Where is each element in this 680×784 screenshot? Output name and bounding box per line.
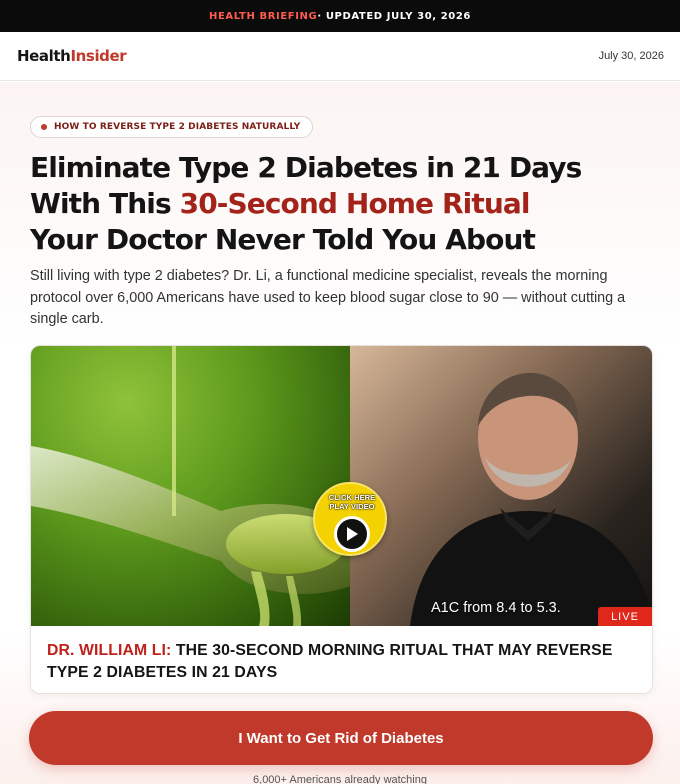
pill-label: HOW TO REVERSE TYPE 2 DIABETES NATURALLY (54, 122, 301, 132)
play-video-badge[interactable]: CLICK HERE PLAY VIDEO (313, 482, 387, 556)
pill-dot-icon (41, 124, 47, 130)
top-announcement-bar: HEALTH BRIEFING · UPDATED JULY 30, 2026 (0, 0, 680, 32)
site-header: HealthInsider July 30, 2026 (0, 32, 680, 81)
social-proof-text: 6,000+ Americans already watching (253, 774, 427, 784)
play-line2: PLAY VIDEO (329, 502, 375, 511)
video-thumbnail[interactable]: A1C from 8.4 to 5.3. LIVE CLICK HERE PLA… (31, 346, 652, 626)
header-date: July 30, 2026 (598, 50, 664, 62)
caption-doctor-name: DR. WILLIAM LI: (47, 642, 172, 659)
video-caption: DR. WILLIAM LI: THE 30-SECOND MORNING RI… (31, 626, 652, 693)
play-triangle-icon (347, 527, 358, 541)
play-badge-text: CLICK HERE PLAY VIDEO (315, 493, 389, 511)
doctor-image (350, 346, 652, 626)
live-badge: LIVE (598, 607, 652, 626)
topbar-updated-text: · UPDATED JULY 30, 2026 (317, 10, 471, 22)
headline-line2-pre: With This (30, 187, 180, 220)
headline-line1: Eliminate Type 2 Diabetes in 21 Days (30, 151, 582, 184)
spoon-illustration (31, 346, 350, 626)
video-card[interactable]: A1C from 8.4 to 5.3. LIVE CLICK HERE PLA… (30, 345, 653, 694)
cta-button[interactable]: I Want to Get Rid of Diabetes (29, 711, 653, 765)
headline-highlight: 30-Second Home Ritual (179, 187, 531, 220)
page-headline: Eliminate Type 2 Diabetes in 21 Days Wit… (30, 150, 670, 258)
video-overlay-text: A1C from 8.4 to 5.3. (431, 600, 561, 616)
category-pill: HOW TO REVERSE TYPE 2 DIABETES NATURALLY (30, 116, 314, 138)
headline-line3: Your Doctor Never Told You About (30, 223, 536, 256)
oil-spoon-image (31, 346, 350, 626)
play-line1: CLICK HERE (328, 493, 376, 502)
doctor-portrait (410, 372, 652, 626)
logo-health: Health (17, 47, 71, 65)
topbar-accent-text: HEALTH BRIEFING (209, 10, 318, 22)
play-icon[interactable] (334, 516, 370, 552)
logo-insider: Insider (70, 47, 127, 65)
subheadline: Still living with type 2 diabetes? Dr. L… (30, 268, 626, 327)
site-logo[interactable]: HealthInsider (17, 47, 127, 65)
